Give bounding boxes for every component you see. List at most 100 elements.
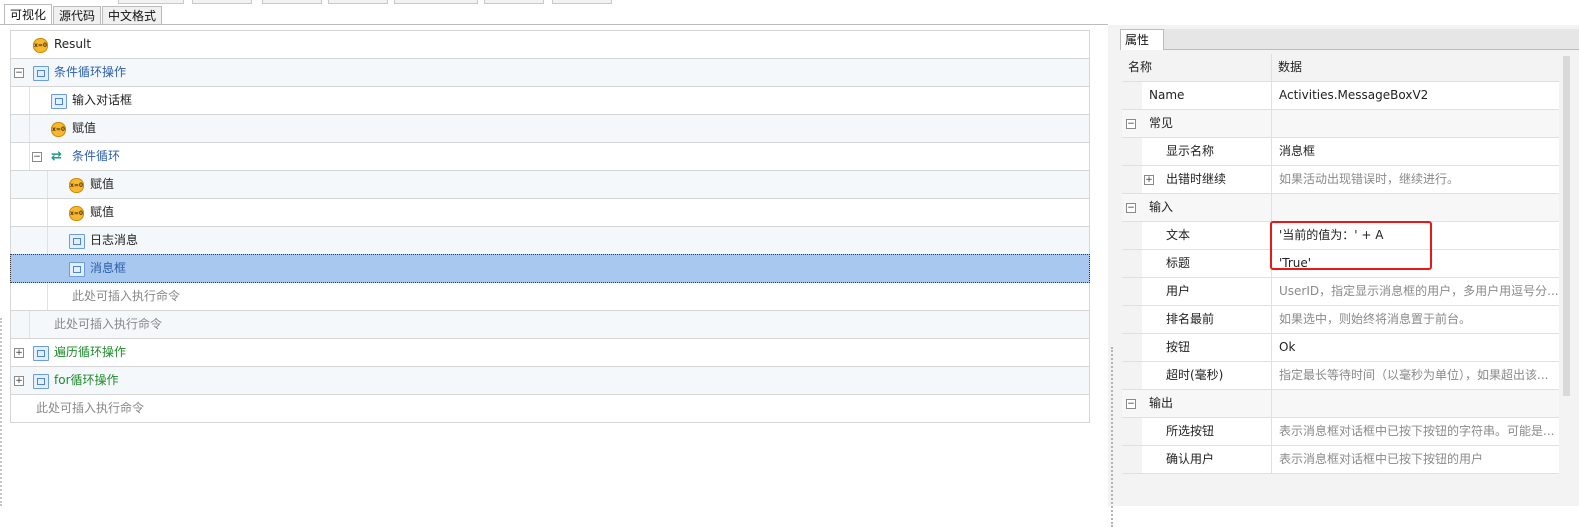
property-name: 出错时继续 bbox=[1166, 172, 1227, 186]
property-row-display-name[interactable]: 显示名称 消息框 bbox=[1122, 138, 1559, 166]
property-name: Name bbox=[1149, 88, 1185, 102]
tab-chinese-format[interactable]: 中文格式 bbox=[102, 6, 163, 24]
property-row-confirm-user[interactable]: 确认用户 表示消息框对话框中已按下按钮的用户 bbox=[1122, 446, 1559, 474]
expand-icon[interactable]: + bbox=[1144, 175, 1154, 185]
collapse-icon[interactable]: − bbox=[1126, 119, 1136, 129]
property-row-buttons[interactable]: 按钮 Ok bbox=[1122, 334, 1559, 362]
indent-guide bbox=[29, 143, 1089, 170]
toolbar-button-stub[interactable] bbox=[552, 0, 612, 4]
toolbar-button-stub[interactable] bbox=[328, 0, 388, 4]
tab-properties[interactable]: 属性 bbox=[1120, 29, 1164, 50]
tree-row-log-message[interactable]: 日志消息 bbox=[11, 227, 1089, 255]
property-row-title[interactable]: 标题 'True' bbox=[1122, 250, 1559, 278]
insert-command-placeholder[interactable]: 此处可插入执行命令 bbox=[11, 395, 1089, 423]
toolbar-button-stub[interactable] bbox=[484, 0, 544, 4]
property-row-timeout[interactable]: 超时(毫秒) 指定最长等待时间（以毫秒为单位），如果超出该... bbox=[1122, 362, 1559, 390]
row-gutter bbox=[1122, 278, 1142, 305]
insert-command-placeholder[interactable]: 此处可插入执行命令 bbox=[11, 283, 1089, 311]
property-value[interactable]: 如果选中，则始终将消息置于前台。 bbox=[1279, 306, 1471, 333]
property-value[interactable]: 如果活动出现错误时，继续进行。 bbox=[1279, 166, 1459, 193]
collapse-icon[interactable]: − bbox=[14, 68, 24, 78]
property-value[interactable]: 指定最长等待时间（以毫秒为单位），如果超出该... bbox=[1279, 362, 1548, 389]
tree-row-input-dialog[interactable]: 输入对话框 bbox=[11, 87, 1089, 115]
splitter-grip[interactable] bbox=[1111, 347, 1115, 527]
placeholder-text: 此处可插入执行命令 bbox=[72, 289, 181, 303]
collapse-icon[interactable]: − bbox=[32, 152, 42, 162]
tree-row-label: 消息框 bbox=[90, 261, 127, 275]
property-value[interactable]: 表示消息框对话框中已按下按钮的用户 bbox=[1279, 446, 1483, 473]
property-row-text[interactable]: 文本 '当前的值为：' + A bbox=[1122, 222, 1559, 250]
property-name: 排名最前 bbox=[1166, 312, 1215, 326]
row-gutter bbox=[1122, 418, 1142, 445]
property-value[interactable]: 表示消息框对话框中已按下按钮的字符串。可能是... bbox=[1279, 418, 1554, 445]
view-tabs: 可视化 源代码 中文格式 bbox=[4, 4, 163, 25]
property-row-name[interactable]: Name Activities.MessageBoxV2 bbox=[1122, 82, 1559, 110]
variable-icon: x=0 bbox=[69, 206, 84, 221]
tree-row-foreach-loop-group[interactable]: + 遍历循环操作 bbox=[11, 339, 1089, 367]
tree-row-condition-loop-group[interactable]: − 条件循环操作 bbox=[11, 59, 1089, 87]
tree-row-result[interactable]: x=0 Result bbox=[11, 31, 1089, 59]
placeholder-text: 此处可插入执行命令 bbox=[54, 317, 163, 331]
property-value[interactable]: '当前的值为：' + A bbox=[1279, 222, 1384, 249]
indent-guide bbox=[47, 283, 1089, 310]
property-row-continue-on-error[interactable]: + 出错时继续 如果活动出现错误时，继续进行。 bbox=[1122, 166, 1559, 194]
property-name: 确认用户 bbox=[1166, 452, 1215, 466]
scrollbar-thumb[interactable] bbox=[1563, 56, 1570, 396]
tree-row-message-box[interactable]: 消息框 bbox=[10, 254, 1090, 283]
placeholder-text: 此处可插入执行命令 bbox=[36, 401, 145, 415]
property-name: 所选按钮 bbox=[1166, 424, 1215, 438]
property-category-output[interactable]: − 输出 bbox=[1122, 390, 1559, 418]
toolbar-button-stub[interactable] bbox=[262, 0, 322, 4]
row-gutter bbox=[1122, 446, 1142, 473]
collapse-icon[interactable]: − bbox=[1126, 399, 1136, 409]
variable-icon: x=0 bbox=[51, 122, 66, 137]
row-gutter bbox=[1122, 138, 1142, 165]
property-category-common[interactable]: − 常见 bbox=[1122, 110, 1559, 138]
tree-row-assign[interactable]: x=0 赋值 bbox=[11, 199, 1089, 227]
activity-icon bbox=[51, 94, 67, 109]
tree-row-assign[interactable]: x=0 赋值 bbox=[11, 171, 1089, 199]
loop-icon: ⇄ bbox=[51, 149, 62, 164]
activity-icon bbox=[33, 66, 49, 81]
tree-row-label: 赋值 bbox=[90, 177, 115, 191]
tree-row-assign[interactable]: x=0 赋值 bbox=[11, 115, 1089, 143]
expand-icon[interactable]: + bbox=[14, 348, 24, 358]
property-category-input[interactable]: − 输入 bbox=[1122, 194, 1559, 222]
expand-icon[interactable]: + bbox=[14, 376, 24, 386]
variable-icon: x=0 bbox=[69, 178, 84, 193]
property-value[interactable]: UserID，指定显示消息框的用户，多用户用逗号分... bbox=[1279, 278, 1559, 305]
tab-visual[interactable]: 可视化 bbox=[4, 4, 53, 24]
category-label: 输入 bbox=[1149, 200, 1174, 214]
toolbar-button-stub[interactable] bbox=[118, 0, 184, 4]
property-grid: 名称 数据 Name Activities.MessageBoxV2 − 常见 显… bbox=[1122, 54, 1559, 474]
tree-row-label: 输入对话框 bbox=[72, 93, 133, 107]
tree-row-label: 赋值 bbox=[72, 121, 97, 135]
property-row-topmost[interactable]: 排名最前 如果选中，则始终将消息置于前台。 bbox=[1122, 306, 1559, 334]
workflow-tree: x=0 Result − 条件循环操作 输入对话框 x=0 赋值 − ⇄ 条件循… bbox=[10, 30, 1090, 423]
toolbar-button-stub[interactable] bbox=[394, 0, 478, 4]
tab-source-code[interactable]: 源代码 bbox=[53, 6, 102, 24]
tree-row-for-loop-group[interactable]: + for循环操作 bbox=[11, 367, 1089, 395]
vertical-scrollbar[interactable] bbox=[1559, 54, 1574, 506]
pane-splitter[interactable] bbox=[1108, 25, 1117, 527]
activity-icon bbox=[69, 262, 85, 277]
tree-row-label: 条件循环 bbox=[72, 149, 121, 163]
property-name: 标题 bbox=[1166, 256, 1191, 270]
property-row-selected-button[interactable]: 所选按钮 表示消息框对话框中已按下按钮的字符串。可能是... bbox=[1122, 418, 1559, 446]
insert-command-placeholder[interactable]: 此处可插入执行命令 bbox=[11, 311, 1089, 339]
property-value[interactable]: Activities.MessageBoxV2 bbox=[1279, 82, 1428, 109]
property-value[interactable]: 消息框 bbox=[1279, 138, 1315, 165]
tree-row-condition-loop[interactable]: − ⇄ 条件循环 bbox=[11, 143, 1089, 171]
property-value[interactable]: 'True' bbox=[1279, 250, 1311, 277]
toolbar-button-stub[interactable] bbox=[192, 0, 252, 4]
tree-row-label: 赋值 bbox=[90, 205, 115, 219]
property-row-user[interactable]: 用户 UserID，指定显示消息框的用户，多用户用逗号分... bbox=[1122, 278, 1559, 306]
tree-row-label: 日志消息 bbox=[90, 233, 139, 247]
property-value[interactable]: Ok bbox=[1279, 334, 1295, 361]
property-name: 按钮 bbox=[1166, 340, 1191, 354]
resize-grip[interactable] bbox=[0, 318, 4, 506]
collapse-icon[interactable]: − bbox=[1126, 203, 1136, 213]
row-gutter bbox=[1122, 250, 1142, 277]
row-gutter bbox=[1122, 334, 1142, 361]
tree-row-label: Result bbox=[54, 37, 92, 51]
